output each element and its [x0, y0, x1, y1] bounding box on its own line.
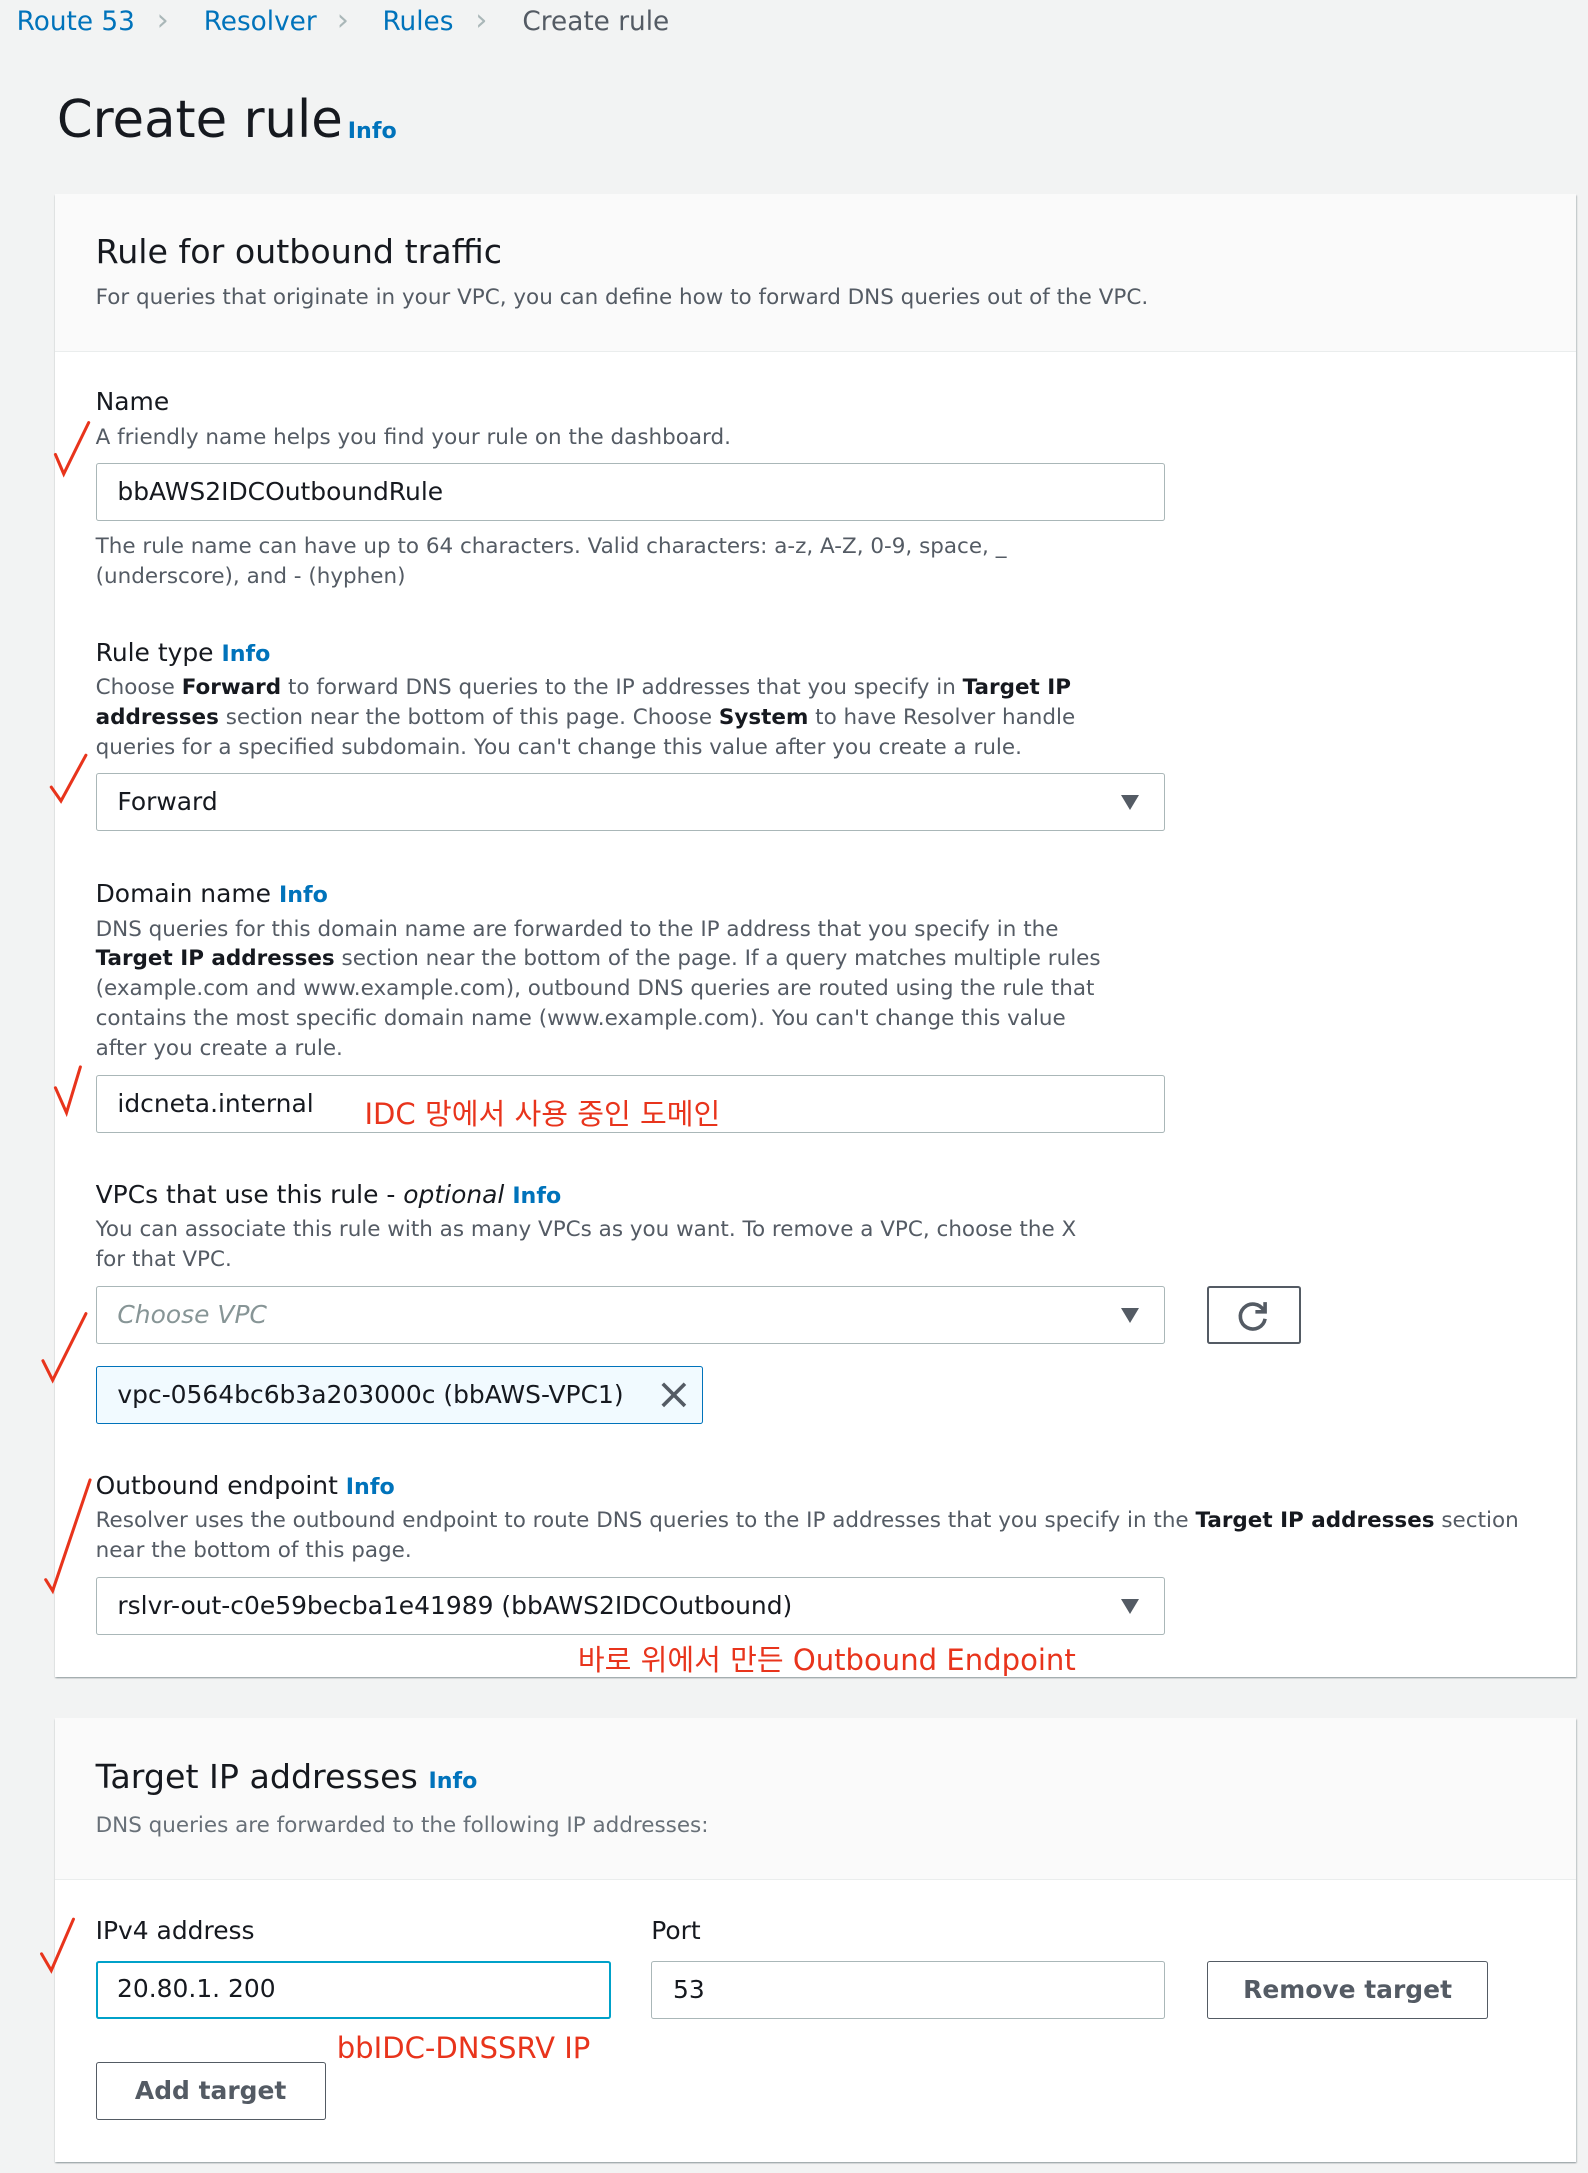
- ipv4-annotation: bbIDC-DNSSRV IP: [336, 2031, 591, 2066]
- endpoint-select[interactable]: rslvr-out-c0e59becba1e41989 (bbAWS2IDCOu…: [95, 1576, 1166, 1636]
- caret-down-icon: [1121, 1598, 1140, 1614]
- rule-type-description: Choose Forward to forward DNS queries to…: [95, 675, 1076, 761]
- panel-title: Rule for outbound traffic: [95, 232, 503, 272]
- close-icon[interactable]: [660, 1381, 688, 1409]
- add-target-button[interactable]: Add target: [95, 2061, 326, 2121]
- breadcrumb-resolver[interactable]: Resolver: [204, 6, 317, 39]
- vpc-token-label: vpc-0564bc6b3a203000c (bbAWS-VPC1): [117, 1380, 624, 1410]
- name-help: A friendly name helps you find your rule…: [95, 424, 731, 450]
- refresh-icon: [1238, 1301, 1267, 1331]
- remove-target-button[interactable]: Remove target: [1206, 1960, 1489, 2019]
- rule-type-label: Rule type Info: [95, 638, 271, 668]
- rule-type-value: Forward: [117, 787, 218, 817]
- domain-info-link[interactable]: Info: [279, 882, 328, 908]
- page-title: Create rule: [56, 89, 343, 150]
- targets-title: Target IP addresses Info: [95, 1756, 478, 1796]
- targets-info-link[interactable]: Info: [428, 1768, 477, 1794]
- endpoint-label: Outbound endpoint Info: [95, 1470, 395, 1500]
- vpcs-label: VPCs that use this rule - optional Info: [95, 1179, 562, 1209]
- panel-description: For queries that originate in your VPC, …: [95, 284, 1149, 310]
- name-hint: The rule name can have up to 64 characte…: [95, 534, 1007, 590]
- vpc-placeholder: Choose VPC: [117, 1299, 267, 1329]
- chevron-right-icon: ›: [336, 2, 349, 38]
- caret-down-icon: [1121, 795, 1140, 810]
- domain-annotation: IDC 망에서 사용 중인 도메인: [364, 1096, 721, 1131]
- vpcs-description: You can associate this rule with as many…: [95, 1217, 1077, 1273]
- chevron-right-icon: ›: [475, 2, 488, 38]
- annotation-checkmarks: [40, 421, 92, 1974]
- endpoint-value: rslvr-out-c0e59becba1e41989 (bbAWS2IDCOu…: [117, 1590, 793, 1620]
- name-label: Name: [95, 387, 170, 417]
- vpcs-info-link[interactable]: Info: [512, 1183, 561, 1209]
- breadcrumb-current: Create rule: [522, 6, 670, 37]
- targets-description: DNS queries are forwarded to the followi…: [95, 1813, 709, 1839]
- domain-description: DNS queries for this domain name are for…: [95, 916, 1101, 1062]
- rule-type-select[interactable]: Forward: [95, 773, 1166, 832]
- name-input[interactable]: bbAWS2IDCOutboundRule: [95, 462, 1166, 521]
- refresh-button[interactable]: [1206, 1285, 1302, 1345]
- rule-type-info-link[interactable]: Info: [221, 641, 270, 667]
- vpc-token: vpc-0564bc6b3a203000c (bbAWS-VPC1): [95, 1366, 703, 1425]
- title-info-link[interactable]: Info: [348, 118, 397, 144]
- ipv4-label: IPv4 address: [95, 1915, 255, 1945]
- endpoint-info-link[interactable]: Info: [346, 1474, 395, 1500]
- vpc-select[interactable]: Choose VPC: [95, 1285, 1166, 1345]
- endpoint-annotation: 바로 위에서 만든 Outbound Endpoint: [577, 1642, 1076, 1677]
- breadcrumb-route53[interactable]: Route 53: [17, 6, 135, 39]
- breadcrumb-rules[interactable]: Rules: [382, 6, 453, 39]
- endpoint-description: Resolver uses the outbound endpoint to r…: [95, 1508, 1519, 1564]
- chevron-right-icon: ›: [156, 2, 169, 38]
- ipv4-input[interactable]: 20.80.1. 200: [95, 1960, 612, 2019]
- caret-down-icon: [1121, 1307, 1140, 1323]
- domain-label: Domain name Info: [95, 879, 328, 909]
- port-input[interactable]: 53: [651, 1960, 1166, 2019]
- port-label: Port: [651, 1915, 701, 1945]
